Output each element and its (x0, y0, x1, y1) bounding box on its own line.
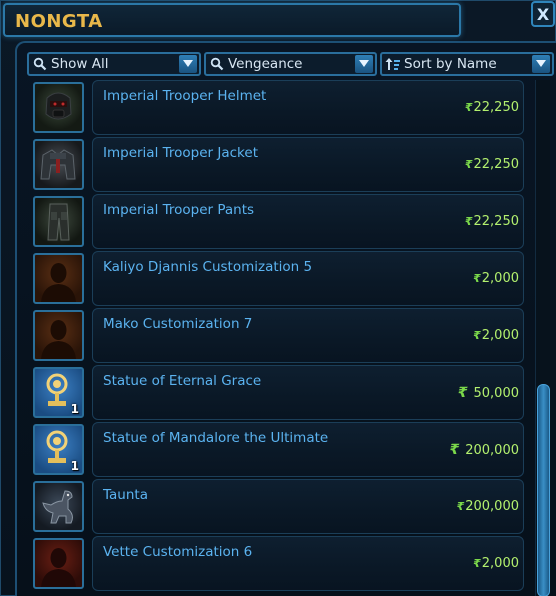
item-price: ₹ 200,000 (457, 499, 519, 514)
price-value: 2,000 (481, 328, 519, 343)
vendor-filter-dropdown[interactable]: Vengeance (204, 52, 377, 76)
sort-label: Sort by Name (404, 56, 497, 72)
item-price: ₹ 2,000 (473, 328, 519, 343)
item-price: ₹ 22,250 (465, 100, 519, 115)
close-icon: X (536, 4, 550, 24)
vendor-filter-label: Vengeance (228, 56, 303, 72)
item-price: ₹ 22,250 (465, 157, 519, 172)
scrollbar-thumb[interactable] (537, 384, 550, 596)
chevron-down-icon (179, 55, 197, 73)
item-panel[interactable]: Taunta ₹ 200,000 (92, 479, 524, 534)
search-icon (31, 54, 49, 74)
list-item[interactable]: Kaliyo Djannis Customization 5 ₹ 2,000 (31, 251, 525, 306)
credits-icon: ₹ (473, 272, 481, 285)
creature-icon[interactable] (33, 481, 84, 532)
item-panel[interactable]: Statue of Eternal Grace ₹ 50,000 (92, 365, 524, 420)
item-name: Statue of Eternal Grace (103, 373, 262, 389)
statue-icon[interactable]: 1 (33, 424, 84, 475)
chevron-down-icon (355, 55, 373, 73)
scrollbar[interactable] (535, 80, 550, 596)
show-filter-label: Show All (51, 56, 109, 72)
item-price: ₹ 2,000 (473, 556, 519, 571)
price-value: 22,250 (473, 214, 520, 229)
list-item[interactable]: 1 Statue of Mandalore the Ultimate ₹ 200… (31, 422, 525, 477)
vendor-window: NONGTA X Show All Vengeance Sort by Name… (0, 0, 556, 596)
title-bar: NONGTA (3, 3, 461, 37)
list-item[interactable]: Imperial Trooper Jacket ₹ 22,250 (31, 137, 525, 192)
list-item[interactable]: Vette Customization 6 ₹ 2,000 (31, 536, 525, 591)
window-title: NONGTA (15, 11, 103, 32)
price-value: 200,000 (465, 442, 519, 458)
item-panel[interactable]: Mako Customization 7 ₹ 2,000 (92, 308, 524, 363)
item-price: ₹ 22,250 (465, 214, 519, 229)
credits-icon: ₹ (457, 385, 468, 401)
item-name: Taunta (103, 487, 148, 503)
item-name: Vette Customization 6 (103, 544, 253, 560)
price-value: 2,000 (481, 271, 519, 286)
search-icon (208, 54, 226, 74)
item-panel[interactable]: Imperial Trooper Pants ₹ 22,250 (92, 194, 524, 249)
companion-silhouette-icon[interactable] (33, 253, 84, 304)
list-item[interactable]: Taunta ₹ 200,000 (31, 479, 525, 534)
show-filter-dropdown[interactable]: Show All (27, 52, 201, 76)
credits-icon: ₹ (464, 215, 473, 228)
sort-dropdown[interactable]: Sort by Name (380, 52, 554, 76)
price-value: 2,000 (481, 556, 519, 571)
price-value: 50,000 (473, 385, 520, 401)
list-item[interactable]: 1 Statue of Eternal Grace ₹ 50,000 (31, 365, 525, 420)
price-value: 22,250 (473, 157, 520, 172)
item-name: Kaliyo Djannis Customization 5 (103, 259, 313, 275)
item-name: Mako Customization 7 (103, 316, 253, 332)
pants-icon[interactable] (33, 196, 84, 247)
item-panel[interactable]: Statue of Mandalore the Ultimate ₹ 200,0… (92, 422, 524, 477)
sort-icon (384, 54, 402, 74)
quantity-badge: 1 (70, 402, 79, 416)
companion-silhouette-icon[interactable] (33, 538, 84, 589)
list-item[interactable]: Imperial Trooper Pants ₹ 22,250 (31, 194, 525, 249)
credits-icon: ₹ (473, 557, 481, 570)
item-name: Statue of Mandalore the Ultimate (103, 430, 329, 446)
credits-icon: ₹ (456, 500, 465, 513)
item-panel[interactable]: Kaliyo Djannis Customization 5 ₹ 2,000 (92, 251, 524, 306)
item-price: ₹ 2,000 (473, 271, 519, 286)
statue-icon[interactable]: 1 (33, 367, 84, 418)
item-price: ₹ 200,000 (449, 442, 519, 458)
list-item[interactable]: Mako Customization 7 ₹ 2,000 (31, 308, 525, 363)
quantity-badge: 1 (70, 459, 79, 473)
list-item[interactable]: Imperial Trooper Helmet ₹ 22,250 (31, 80, 525, 135)
item-panel[interactable]: Imperial Trooper Helmet ₹ 22,250 (92, 80, 524, 135)
chevron-down-icon (532, 55, 550, 73)
credits-icon: ₹ (449, 442, 460, 458)
companion-silhouette-icon[interactable] (33, 310, 84, 361)
jacket-icon[interactable] (33, 139, 84, 190)
item-name: Imperial Trooper Pants (103, 202, 255, 218)
item-name: Imperial Trooper Jacket (103, 145, 258, 161)
item-price: ₹ 50,000 (458, 385, 519, 401)
close-button[interactable]: X (531, 1, 555, 27)
item-name: Imperial Trooper Helmet (103, 88, 267, 104)
credits-icon: ₹ (473, 329, 481, 342)
helmet-icon[interactable] (33, 82, 84, 133)
price-value: 200,000 (465, 499, 519, 514)
price-value: 22,250 (473, 100, 520, 115)
credits-icon: ₹ (464, 101, 473, 114)
credits-icon: ₹ (464, 158, 473, 171)
item-panel[interactable]: Vette Customization 6 ₹ 2,000 (92, 536, 524, 591)
item-panel[interactable]: Imperial Trooper Jacket ₹ 22,250 (92, 137, 524, 192)
